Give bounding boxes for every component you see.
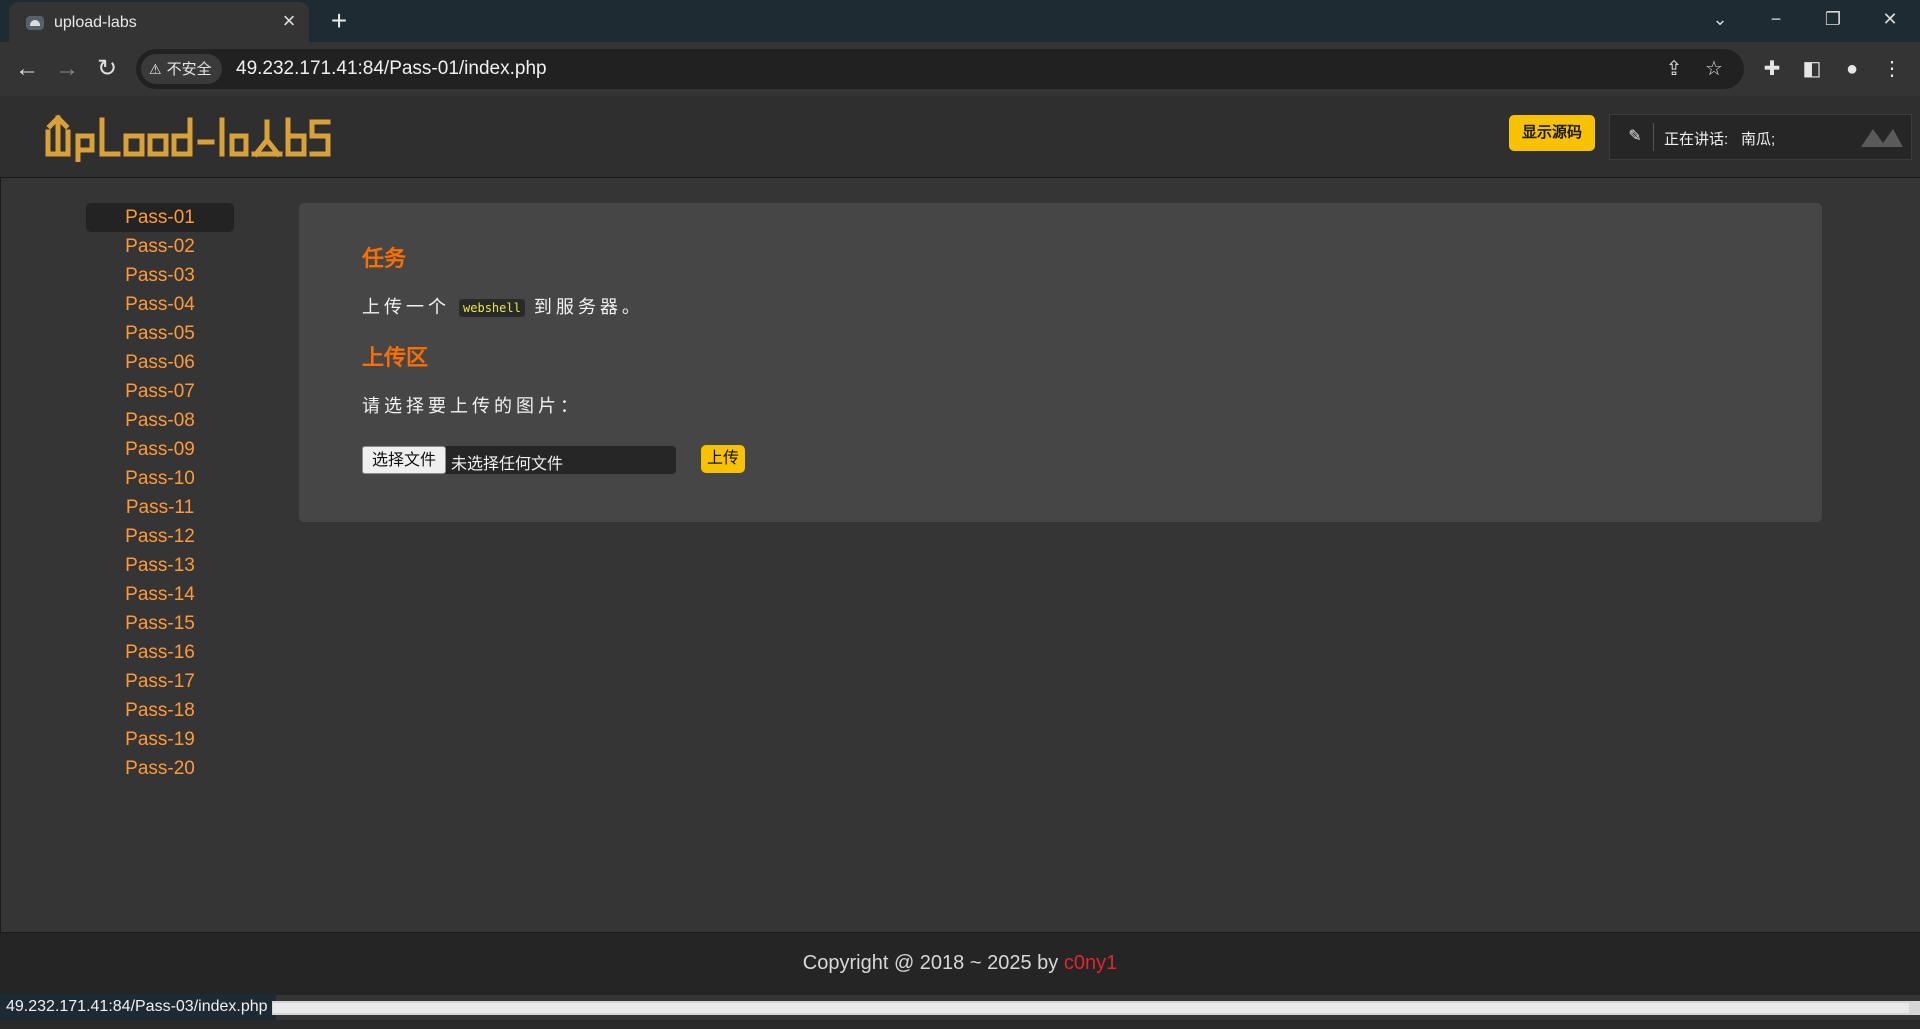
sidebar-item-pass-07[interactable]: Pass-07 [86, 377, 234, 406]
bookmark-star-icon[interactable]: ☆ [1701, 56, 1727, 82]
taskbar-edge [0, 1020, 1920, 1029]
back-icon[interactable]: ← [11, 53, 43, 85]
browser-tab-strip: upload-labs × + ⌄ − ❐ ✕ [0, 0, 1920, 42]
speaker-name: 南瓜; [1741, 131, 1776, 148]
sidebar-item-pass-01[interactable]: Pass-01 [86, 203, 234, 232]
extensions-icon[interactable]: ✚ [1757, 54, 1787, 84]
link-status-bar: 49.232.171.41:84/Pass-03/index.php [0, 994, 276, 1020]
task-heading: 任务 [362, 246, 407, 271]
security-chip[interactable]: ⚠ 不安全 [141, 54, 222, 84]
task-panel: 任务 上传一个 webshell 到服务器。 上传区 请选择要上传的图片： 选择… [299, 203, 1822, 522]
main-content: Pass-01 Pass-02 Pass-03 Pass-04 Pass-05 Pass-… [0, 178, 1920, 933]
close-window-icon[interactable]: ✕ [1870, 4, 1910, 34]
sidebar-item-pass-11[interactable]: Pass-11 [86, 493, 234, 522]
muted-mic-icon[interactable]: ✎ [1624, 126, 1646, 148]
show-source-button[interactable]: 显示源码 [1509, 115, 1595, 151]
speaking-label: 正在讲话: [1664, 131, 1729, 148]
sidebar-item-pass-06[interactable]: Pass-06 [86, 348, 234, 377]
restore-icon[interactable]: ❐ [1813, 4, 1853, 34]
tab-favicon-icon [26, 16, 44, 30]
browser-toolbar: ← → ↻ ⚠ 不安全 49.232.171.41:84/Pass-01/inde… [0, 42, 1920, 97]
site-footer: Copyright @ 2018 ~ 2025 by c0ny1 [0, 933, 1920, 995]
sidebar-item-pass-12[interactable]: Pass-12 [86, 522, 234, 551]
sidebar-item-pass-02[interactable]: Pass-02 [86, 232, 234, 261]
copyright-text: Copyright @ 2018 ~ 2025 by c0ny1 [0, 952, 1920, 975]
sidebar-item-pass-16[interactable]: Pass-16 [86, 638, 234, 667]
sidebar-item-pass-08[interactable]: Pass-08 [86, 406, 234, 435]
upload-labs-logo-icon [45, 114, 331, 165]
new-tab-icon[interactable]: + [324, 6, 354, 36]
share-icon[interactable]: ⇪ [1661, 56, 1687, 82]
sidebar-item-pass-04[interactable]: Pass-04 [86, 290, 234, 319]
page: 显示源码 ✎ 正在讲话: 南瓜; Pass-01 Pass-02 Pass-03 Pa… [0, 96, 1920, 996]
sidebar-item-pass-17[interactable]: Pass-17 [86, 667, 234, 696]
sidebar-item-pass-03[interactable]: Pass-03 [86, 261, 234, 290]
security-label: 不安全 [166, 61, 212, 78]
sidebar-item-pass-20[interactable]: Pass-20 [86, 754, 234, 783]
upload-prompt: 请选择要上传的图片： [362, 396, 582, 416]
url-text[interactable]: 49.232.171.41:84/Pass-01/index.php [236, 58, 547, 80]
pass-sidebar: Pass-01 Pass-02 Pass-03 Pass-04 Pass-05 Pass-… [86, 203, 234, 783]
site-header: 显示源码 ✎ 正在讲话: 南瓜; [0, 96, 1920, 178]
tab-search-icon[interactable]: ⌄ [1700, 4, 1740, 34]
forward-icon[interactable]: → [51, 53, 83, 85]
sidebar-item-pass-10[interactable]: Pass-10 [86, 464, 234, 493]
sidebar-item-pass-13[interactable]: Pass-13 [86, 551, 234, 580]
horizontal-scrollbar[interactable] [272, 1001, 1920, 1015]
minimize-icon[interactable]: − [1756, 4, 1796, 34]
voice-divider [1653, 123, 1654, 151]
address-bar[interactable]: ⚠ 不安全 49.232.171.41:84/Pass-01/index.php … [136, 49, 1744, 89]
choose-file-button[interactable]: 选择文件 [362, 446, 446, 474]
scrollbar-thumb[interactable] [273, 1003, 1909, 1013]
sidebar-item-pass-15[interactable]: Pass-15 [86, 609, 234, 638]
reload-icon[interactable]: ↻ [91, 53, 123, 85]
sidebar-item-pass-18[interactable]: Pass-18 [86, 696, 234, 725]
task-description: 上传一个 webshell 到服务器。 [362, 293, 644, 319]
sidebar-item-pass-05[interactable]: Pass-05 [86, 319, 234, 348]
warning-icon: ⚠ [149, 61, 162, 77]
site-logo[interactable] [44, 110, 334, 167]
sidebar-item-pass-19[interactable]: Pass-19 [86, 725, 234, 754]
upload-submit-button[interactable]: 上传 [701, 445, 745, 473]
upload-heading: 上传区 [362, 345, 429, 370]
task-text-after: 到服务器。 [533, 297, 644, 317]
copyright-label: Copyright @ 2018 ~ 2025 by [802, 952, 1064, 974]
author-link[interactable]: c0ny1 [1064, 952, 1117, 974]
file-input[interactable]: 选择文件 未选择任何文件 [362, 446, 676, 474]
browser-tab[interactable]: upload-labs × [9, 2, 309, 42]
tab-title: upload-labs [54, 14, 137, 31]
sidebar-item-pass-09[interactable]: Pass-09 [86, 435, 234, 464]
voice-app-logo-icon [1861, 129, 1903, 147]
file-status-text: 未选择任何文件 [451, 456, 564, 473]
voice-chat-widget: ✎ 正在讲话: 南瓜; [1609, 114, 1912, 160]
menu-icon[interactable]: ⋮ [1877, 54, 1907, 84]
webshell-code: webshell [459, 299, 525, 318]
sidebar-item-pass-14[interactable]: Pass-14 [86, 580, 234, 609]
side-panel-icon[interactable]: ◧ [1797, 54, 1827, 84]
close-tab-icon[interactable]: × [278, 10, 300, 32]
profile-icon[interactable]: ● [1837, 54, 1867, 84]
task-text-before: 上传一个 [362, 297, 450, 317]
